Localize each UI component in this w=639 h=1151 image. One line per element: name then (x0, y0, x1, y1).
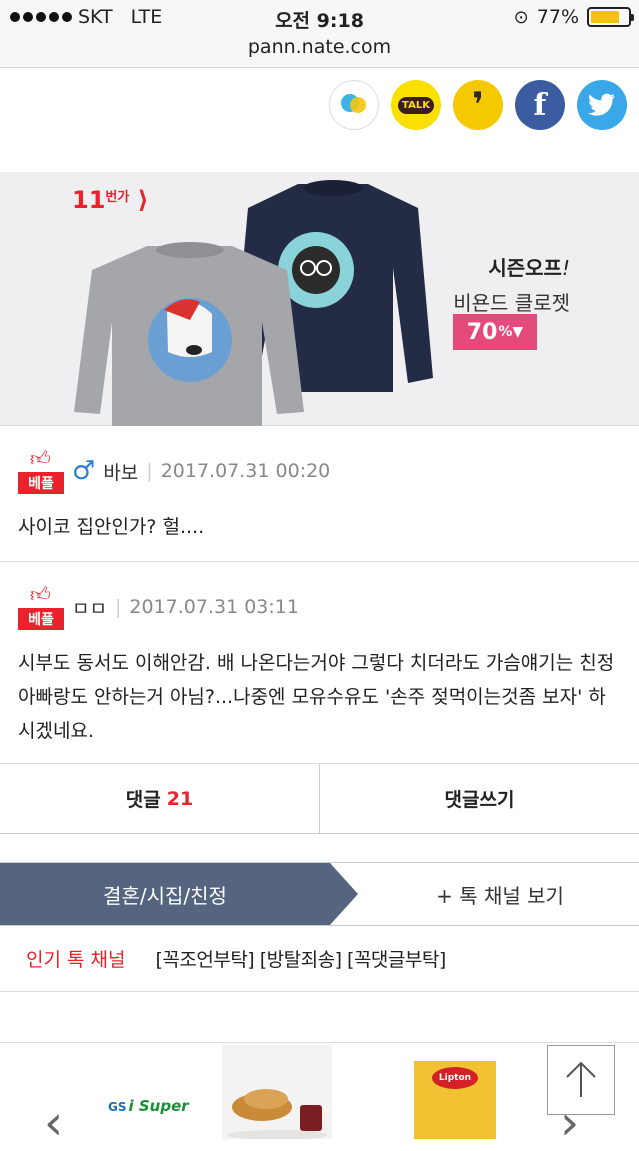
url-bar[interactable]: pann.nate.com (0, 36, 639, 58)
battery-percent: 77% (536, 6, 579, 28)
male-icon: ♂ (72, 456, 96, 486)
comment-author[interactable]: ㅁㅁ (72, 594, 107, 621)
arrow-up-icon (566, 1061, 596, 1097)
thumbs-up-icon: 👍︎ (30, 582, 51, 606)
share-bar: TALK ❜ f (329, 80, 627, 130)
pastry-product-image[interactable] (222, 1045, 332, 1139)
ad-banner[interactable]: 11번가 ⟩ 시즌오프! 비욘드 클로젯 70 %▼ (0, 172, 639, 426)
comment-text: 사이코 집안인가? 헐.... (18, 516, 205, 538)
grey-sweatshirt-image (74, 242, 304, 426)
channel-bar: 결혼/시집/친정 + 톡 채널 보기 (0, 862, 639, 926)
rotation-lock-icon: ⊙ (513, 6, 529, 28)
current-channel-tab[interactable]: 결혼/시집/친정 (0, 863, 358, 925)
ad-title: 시즌오프! (488, 256, 570, 280)
comment-author[interactable]: 바보 (103, 458, 138, 485)
comment-date: 2017.07.31 00:20 (160, 460, 331, 482)
discount-badge: 70 %▼ (453, 314, 537, 350)
kakaostory-icon[interactable] (329, 80, 379, 130)
view-channels-link[interactable]: + 톡 채널 보기 (380, 863, 620, 925)
ad-brand-logo: 11번가 ⟩ (72, 186, 149, 214)
scroll-to-top-button[interactable] (547, 1045, 615, 1115)
popular-label: 인기 톡 채널 (26, 949, 126, 971)
battery-icon (587, 7, 634, 27)
gs-super-logo[interactable]: GS i Super (108, 1097, 189, 1115)
best-badge: 👍︎ 베플 (18, 584, 64, 630)
status-bar: SKT LTE 오전 9:18 ⊙ 77% pann.nate.com (0, 0, 639, 68)
write-comment-button[interactable]: 댓글쓰기 (320, 764, 639, 833)
comment-text: 시부도 동서도 이해안감. 배 나온다는거야 그렇다 치더라도 가슴얘기는 친정… (18, 652, 615, 742)
best-comment: 👍︎ 베플 ㅁㅁ | 2017.07.31 03:11 시부도 동서도 이해안감… (0, 562, 639, 764)
twitter-icon[interactable] (577, 80, 627, 130)
shopping-carousel: ‹ GS i Super Lipton › (0, 1042, 639, 1151)
comment-date: 2017.07.31 03:11 (129, 596, 299, 618)
thumbs-up-icon: 👍︎ (30, 446, 51, 470)
comment-count: 21 (166, 787, 194, 810)
talk-label: TALK (398, 96, 434, 114)
view-comments-button[interactable]: 댓글 21 (0, 764, 320, 833)
kakaopage-icon[interactable]: ❜ (453, 80, 503, 130)
best-badge: 👍︎ 베플 (18, 448, 64, 494)
chevron-left-icon[interactable]: ‹ (44, 1095, 63, 1151)
facebook-icon[interactable]: f (515, 80, 565, 130)
popular-tags[interactable]: [꼭조언부탁] [방탈죄송] [꼭댓글부탁] (155, 945, 446, 972)
ad-subtitle: 비욘드 클로젯 (453, 291, 570, 315)
current-channel-label: 결혼/시집/친정 (103, 883, 227, 908)
lipton-tea-product-image[interactable]: Lipton (414, 1061, 496, 1139)
popular-channels: 인기 톡 채널 [꼭조언부탁] [방탈죄송] [꼭댓글부탁] (0, 926, 639, 992)
kakaotalk-icon[interactable]: TALK (391, 80, 441, 130)
best-comment: 👍︎ 베플 ♂ 바보 | 2017.07.31 00:20 사이코 집안인가? … (0, 426, 639, 562)
comment-actions: 댓글 21 댓글쓰기 (0, 764, 639, 834)
ad-copy: 시즌오프! 비욘드 클로젯 (420, 252, 570, 316)
